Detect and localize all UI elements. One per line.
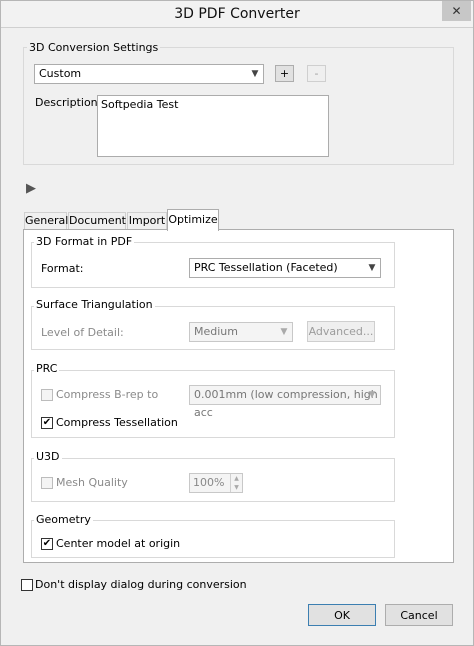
tab-import[interactable]: Import xyxy=(127,212,167,230)
close-icon: ✕ xyxy=(451,4,462,18)
cancel-button[interactable]: Cancel xyxy=(385,604,453,626)
tab-general[interactable]: General xyxy=(24,212,68,230)
window-title: 3D PDF Converter xyxy=(174,6,300,22)
dont-display-checkbox[interactable] xyxy=(21,579,33,591)
mesh-quality-label: Mesh Quality xyxy=(56,476,128,489)
compress-tessellation-checkbox[interactable]: ✔ xyxy=(41,417,53,429)
conversion-settings-label: 3D Conversion Settings xyxy=(27,41,161,54)
ok-button[interactable]: OK xyxy=(308,604,376,626)
prc-group-label: PRC xyxy=(34,362,60,375)
format-group-label: 3D Format in PDF xyxy=(34,235,135,248)
checkmark-icon: ✔ xyxy=(42,417,52,428)
chevron-down-icon: ▼ xyxy=(280,327,288,337)
u3d-group-label: U3D xyxy=(34,450,62,463)
optimize-panel: 3D Format in PDF Format: PRC Tessellatio… xyxy=(23,229,454,563)
lod-value: Medium xyxy=(194,325,238,338)
lod-label: Level of Detail: xyxy=(41,326,124,339)
center-model-checkbox[interactable]: ✔ xyxy=(41,538,53,550)
geometry-group-label: Geometry xyxy=(34,513,93,526)
checkmark-icon: ✔ xyxy=(42,538,52,549)
preset-select[interactable]: Custom ▼ xyxy=(34,64,264,84)
title-bar[interactable]: 3D PDF Converter ✕ xyxy=(1,1,473,28)
add-preset-button[interactable]: + xyxy=(275,65,294,82)
format-label: Format: xyxy=(41,262,84,275)
spin-down-icon[interactable]: ▼ xyxy=(231,483,242,492)
tab-optimize[interactable]: Optimize xyxy=(167,209,219,231)
tab-document[interactable]: Document xyxy=(68,212,126,230)
compress-tessellation-label: Compress Tessellation xyxy=(56,416,178,429)
remove-preset-button[interactable]: - xyxy=(307,65,326,82)
preset-value: Custom xyxy=(39,67,82,80)
spin-up-icon[interactable]: ▲ xyxy=(231,474,242,483)
mesh-quality-value: 100% xyxy=(193,476,225,489)
dont-display-label: Don't display dialog during conversion xyxy=(35,578,247,591)
description-field[interactable]: Softpedia Test xyxy=(97,95,329,157)
mesh-quality-spinner[interactable]: 100% ▲ ▼ xyxy=(189,473,243,493)
play-icon[interactable]: ▶ xyxy=(26,181,36,196)
mesh-quality-checkbox[interactable] xyxy=(41,477,53,489)
lod-select[interactable]: Medium ▼ xyxy=(189,322,293,342)
dialog-window: 3D PDF Converter ✕ 3D Conversion Setting… xyxy=(0,0,474,646)
compress-brep-checkbox[interactable] xyxy=(41,389,53,401)
center-model-label: Center model at origin xyxy=(56,537,181,550)
chevron-down-icon: ▼ xyxy=(368,390,376,400)
description-label: Description xyxy=(35,96,98,109)
spinner-buttons[interactable]: ▲ ▼ xyxy=(230,474,242,492)
compress-brep-label: Compress B-rep to xyxy=(56,388,159,401)
format-select[interactable]: PRC Tessellation (Faceted) ▼ xyxy=(189,258,381,278)
chevron-down-icon: ▼ xyxy=(251,69,259,79)
brep-select[interactable]: 0.001mm (low compression, high acc ▼ xyxy=(189,385,381,419)
surface-group-label: Surface Triangulation xyxy=(34,298,155,311)
chevron-down-icon: ▼ xyxy=(368,263,376,273)
format-value: PRC Tessellation (Faceted) xyxy=(194,261,338,274)
close-button[interactable]: ✕ xyxy=(442,1,471,21)
advanced-button[interactable]: Advanced... xyxy=(307,321,375,342)
